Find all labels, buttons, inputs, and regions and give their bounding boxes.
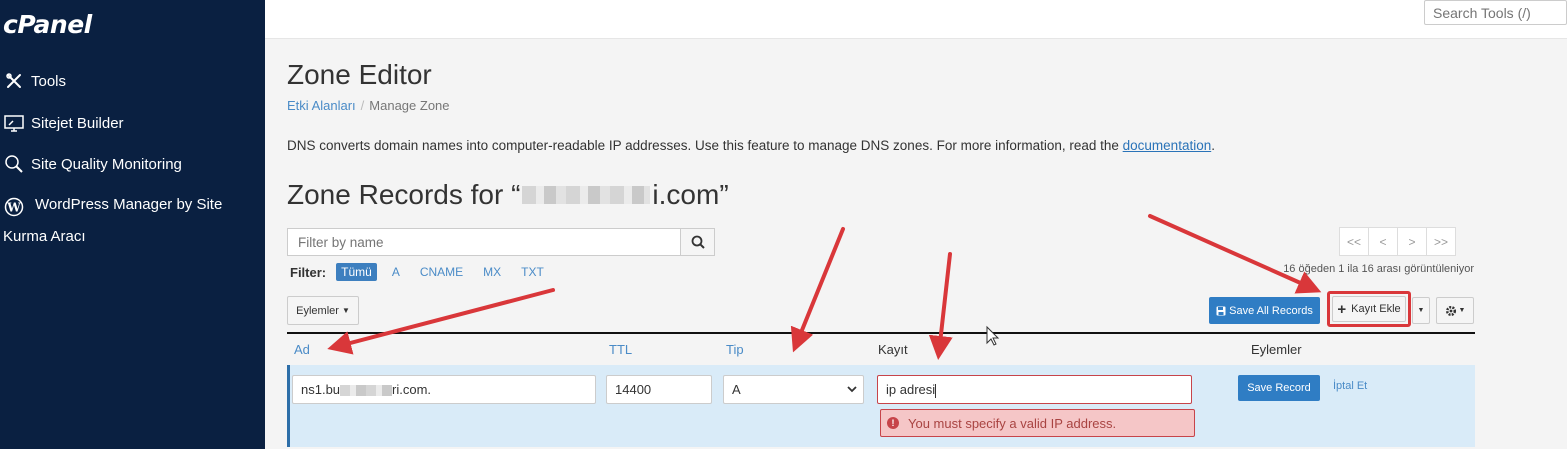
record-value-input[interactable]: ip adresi (877, 375, 1192, 404)
arrow-to-add-record (1148, 214, 1322, 294)
save-record-button[interactable]: Save Record (1238, 375, 1320, 401)
redacted-name (340, 385, 393, 397)
column-header-actions: Eylemler (1251, 342, 1302, 357)
error-icon: ! (887, 417, 899, 429)
arrow-to-type (790, 227, 845, 353)
column-header-name[interactable]: Ad (294, 342, 310, 357)
type-select[interactable]: A (723, 375, 864, 404)
filter-chip-a[interactable]: A (387, 263, 405, 281)
filter-input[interactable] (287, 228, 680, 256)
text-cursor (935, 383, 937, 398)
redacted-domain (522, 186, 651, 204)
arrow-to-name (327, 288, 555, 355)
cpanel-logo[interactable]: cPanel (3, 10, 92, 39)
page-title: Zone Editor (287, 59, 432, 90)
cancel-link[interactable]: İptal Et (1333, 380, 1367, 392)
breadcrumb: Etki Alanları / Manage Zone (287, 98, 450, 113)
plus-icon: + (1337, 300, 1347, 318)
sidebar-item-label: Site Quality Monitoring (31, 155, 182, 173)
monitor-icon (3, 112, 25, 134)
page-description: DNS converts domain names into computer-… (287, 138, 1215, 153)
zone-records-title: Zone Records for “i.com” (287, 179, 729, 210)
sidebar-item-label: Tools (31, 72, 67, 90)
column-header-ttl[interactable]: TTL (609, 342, 632, 357)
add-record-highlight: + Kayıt Ekle (1327, 291, 1411, 327)
pager-first-button[interactable]: << (1339, 227, 1369, 256)
sidebar-item-label: WordPress Manager by Site (35, 196, 223, 213)
column-header-record: Kayıt (878, 342, 908, 357)
filter-bar (287, 228, 715, 256)
gear-icon (1445, 305, 1456, 316)
breadcrumb-link-domains[interactable]: Etki Alanları (287, 98, 356, 113)
sidebar-item-sitejet[interactable]: Sitejet Builder (3, 112, 124, 134)
top-bar (265, 0, 1567, 39)
sidebar-item-tools[interactable]: Tools (3, 70, 66, 92)
svg-text:W: W (6, 201, 21, 215)
ttl-input[interactable]: 14400 (606, 375, 712, 404)
caret-down-icon: ▼ (1458, 307, 1466, 314)
filter-types: Filter: Tümü A CNAME MX TXT (290, 263, 559, 281)
caret-down-icon: ▼ (1417, 307, 1425, 314)
filter-label: Filter: (290, 264, 327, 280)
add-record-button[interactable]: + Kayıt Ekle (1332, 296, 1406, 322)
sidebar-item-label: Sitejet Builder (31, 114, 124, 132)
mouse-pointer-icon (986, 325, 1000, 346)
magnifier-icon (3, 153, 25, 175)
filter-chip-mx[interactable]: MX (478, 263, 506, 281)
validation-error: ! You must specify a valid IP address. (880, 409, 1195, 437)
filter-chip-cname[interactable]: CNAME (415, 263, 468, 281)
settings-dropdown-button[interactable]: ▼ (1436, 297, 1474, 324)
chevron-down-icon (847, 386, 857, 393)
record-count: 16 öğeden 1 ila 16 arası görüntüleniyor (1283, 263, 1474, 275)
pager-next-button[interactable]: > (1397, 227, 1427, 256)
filter-chip-all[interactable]: Tümü (336, 263, 377, 281)
record-name-input[interactable]: ns1.bu ri.com. (292, 375, 596, 404)
documentation-link[interactable]: documentation (1123, 138, 1212, 153)
filter-search-button[interactable] (680, 228, 715, 256)
add-record-dropdown-toggle[interactable]: ▼ (1412, 297, 1430, 324)
wordpress-icon: W (3, 196, 25, 218)
pager-last-button[interactable]: >> (1426, 227, 1456, 256)
arrow-to-record (928, 252, 953, 360)
pager-prev-button[interactable]: < (1368, 227, 1398, 256)
floppy-icon (1216, 306, 1226, 315)
sidebar-item-wordpress[interactable]: W WordPress Manager by Site (3, 196, 222, 218)
save-all-records-button[interactable]: Save All Records (1209, 297, 1320, 324)
pagination: << < > >> (1339, 227, 1456, 256)
edit-record-row: ns1.bu ri.com. 14400 A ip adresi ! You mu… (287, 365, 1475, 447)
sidebar-item-label-wrap: Kurma Aracı (3, 228, 86, 245)
search-tools-input[interactable] (1424, 0, 1567, 25)
caret-down-icon: ▼ (341, 306, 350, 315)
search-icon (691, 235, 705, 249)
column-header-type[interactable]: Tip (726, 342, 744, 357)
sidebar-item-site-quality[interactable]: Site Quality Monitoring (3, 153, 182, 175)
filter-chip-txt[interactable]: TXT (516, 263, 549, 281)
breadcrumb-current: Manage Zone (369, 98, 450, 113)
actions-dropdown-button[interactable]: Eylemler ▼ (287, 296, 359, 325)
tools-icon (3, 70, 25, 92)
sidebar: cPanel Tools Sitejet Builder Site Qualit… (0, 0, 265, 449)
table-top-border (287, 332, 1475, 334)
